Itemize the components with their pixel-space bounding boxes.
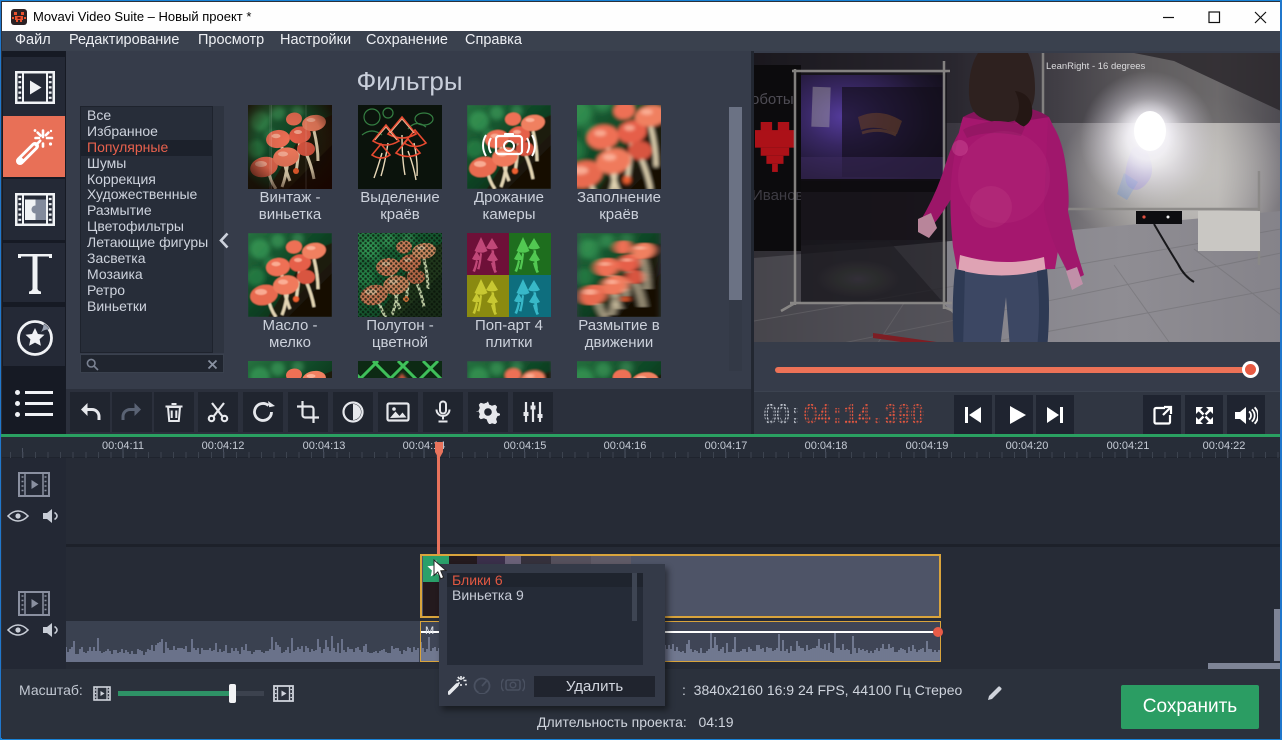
svg-text:O4:14.39O: O4:14.39O xyxy=(804,402,924,428)
svg-text:OO:: OO: xyxy=(764,402,802,428)
svg-text:LeanRight - 16 degrees: LeanRight - 16 degrees xyxy=(1046,61,1146,72)
svg-text:оботы: оботы xyxy=(754,91,794,108)
